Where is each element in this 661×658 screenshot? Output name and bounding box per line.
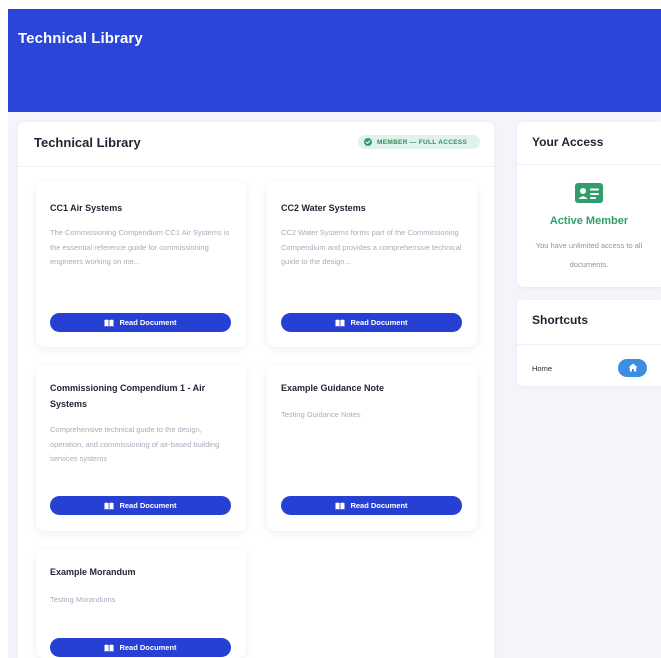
document-card: Commissioning Compendium 1 - Air Systems… — [36, 365, 246, 531]
document-description: Testing Guidance Notes — [281, 410, 361, 419]
document-card: CC1 Air Systems The Commissioning Compen… — [36, 182, 246, 347]
member-access-badge: MEMBER — FULL ACCESS — [358, 135, 480, 149]
shortcut-home[interactable]: Home — [532, 357, 647, 379]
header-title: Technical Library — [18, 30, 143, 47]
access-divider — [517, 164, 661, 165]
panel-divider — [18, 166, 494, 167]
document-title: Example Guidance Note — [281, 383, 385, 393]
access-title: Your Access — [532, 135, 604, 149]
document-description: The Commissioning Compendium CC1 Air Sys… — [50, 228, 230, 266]
app-header: Technical Library — [8, 9, 661, 112]
access-panel: Your Access Active Member You have unlim… — [517, 122, 661, 287]
document-description: Testing Morandums — [50, 595, 116, 604]
member-status: Active Member — [549, 215, 629, 227]
document-card: CC2 Water Systems CC2 Water Systems form… — [267, 182, 477, 347]
document-description: CC2 Water Systems forms part of the Comm… — [281, 228, 462, 266]
document-title: Example Morandum — [50, 567, 136, 577]
read-document-label: Read Document — [119, 643, 177, 652]
member-card-icon — [574, 182, 604, 204]
document-title: Commissioning Compendium 1 - Air Systems — [50, 383, 206, 409]
badge-label: MEMBER — FULL ACCESS — [377, 138, 468, 146]
document-card: Example Morandum Testing Morandums Read … — [36, 549, 246, 658]
read-document-button[interactable]: Read Document — [281, 313, 462, 332]
shortcuts-divider — [517, 344, 661, 345]
shortcuts-panel: Shortcuts Home — [517, 300, 661, 386]
check-circle-icon — [364, 138, 372, 146]
library-panel: Technical Library MEMBER — FULL ACCESS C… — [18, 122, 494, 658]
read-document-label: Read Document — [119, 501, 177, 510]
read-document-label: Read Document — [350, 318, 408, 327]
shortcuts-title: Shortcuts — [532, 313, 589, 327]
book-icon — [104, 502, 114, 510]
home-button[interactable] — [618, 359, 647, 377]
access-note: You have unlimited access to all documen… — [535, 241, 643, 269]
book-icon — [335, 319, 345, 327]
book-icon — [104, 319, 114, 327]
read-document-button[interactable]: Read Document — [281, 496, 462, 515]
read-document-button[interactable]: Read Document — [50, 638, 231, 657]
document-title: CC2 Water Systems — [281, 203, 366, 213]
read-document-button[interactable]: Read Document — [50, 496, 231, 515]
book-icon — [104, 644, 114, 652]
panel-title: Technical Library — [34, 135, 141, 150]
read-document-label: Read Document — [350, 501, 408, 510]
read-document-label: Read Document — [119, 318, 177, 327]
read-document-button[interactable]: Read Document — [50, 313, 231, 332]
shortcut-label: Home — [532, 363, 553, 373]
document-title: CC1 Air Systems — [50, 203, 123, 213]
home-icon — [628, 359, 638, 377]
document-description: Comprehensive technical guide to the des… — [50, 425, 220, 463]
document-card: Example Guidance Note Testing Guidance N… — [267, 365, 477, 531]
book-icon — [335, 502, 345, 510]
